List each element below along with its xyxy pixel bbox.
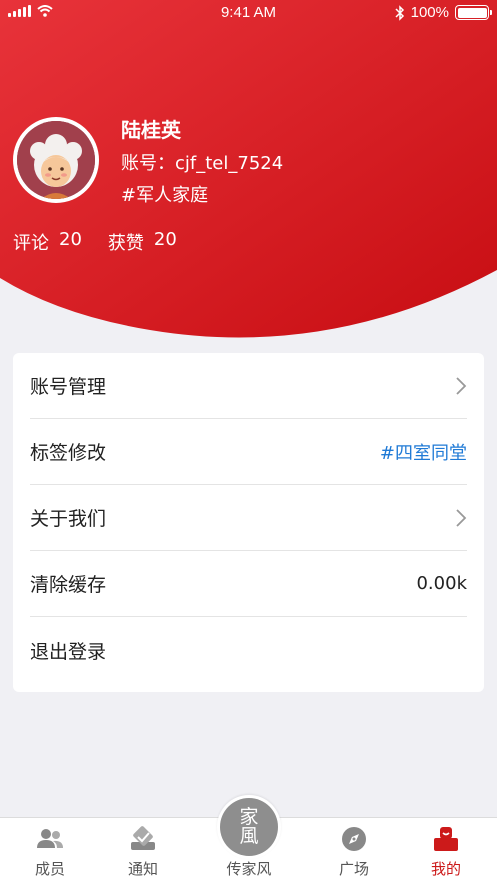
tab-label: 成员 — [34, 860, 65, 878]
clear-cache-row[interactable]: 清除缓存 0.00k — [30, 551, 467, 617]
tab-square[interactable]: 广场 — [314, 818, 394, 883]
battery-percent: 100% — [410, 4, 449, 21]
user-name: 陆桂英 — [121, 118, 181, 142]
grandma-avatar-icon — [17, 121, 95, 199]
tag-edit-row[interactable]: 标签修改 #四室同堂 — [30, 419, 467, 485]
row-label: 退出登录 — [30, 640, 107, 663]
members-icon — [37, 829, 63, 848]
profile-stats: 评论 20 获赞 20 — [13, 229, 177, 255]
family-style-center-button[interactable]: 家 風 — [217, 795, 281, 859]
row-label: 账号管理 — [30, 376, 107, 398]
bluetooth-icon — [395, 4, 404, 21]
family-style-icon: 家 風 — [220, 798, 278, 856]
row-label: 关于我们 — [30, 508, 107, 530]
notice-icon — [131, 826, 155, 850]
compass-icon — [342, 827, 366, 851]
avatar[interactable] — [13, 117, 99, 203]
stat-value: 20 — [59, 229, 82, 250]
profile-icon — [434, 827, 458, 851]
like-count[interactable]: 获赞 20 — [108, 229, 177, 255]
cache-size-value: 0.00k — [416, 573, 467, 594]
status-bar: 9:41 AM 100% — [0, 0, 497, 26]
tab-mine[interactable]: 我的 — [406, 818, 486, 883]
stat-label: 评论 — [13, 233, 49, 254]
account-management-row[interactable]: 账号管理 — [30, 353, 467, 419]
tab-notice[interactable]: 通知 — [103, 818, 183, 883]
stat-value: 20 — [153, 229, 177, 250]
tab-members[interactable]: 成员 — [10, 818, 90, 883]
logout-row[interactable]: 退出登录 — [30, 617, 467, 683]
row-label: 标签修改 — [30, 442, 107, 464]
comment-count[interactable]: 评论 20 — [13, 229, 82, 255]
about-us-row[interactable]: 关于我们 — [30, 485, 467, 551]
tab-label: 我的 — [430, 860, 461, 878]
current-tag-value: #四室同堂 — [379, 442, 467, 464]
account-id: 账号：cjf_tel_7524 — [121, 153, 284, 174]
battery-icon — [455, 5, 492, 20]
tab-label: 通知 — [127, 860, 158, 878]
tab-label: 广场 — [338, 860, 369, 878]
settings-card: 账号管理 标签修改 #四室同堂 关于我们 清除缓存 0.00k 退出登录 — [13, 353, 484, 692]
stat-label: 获赞 — [107, 233, 144, 254]
tab-label: 传家风 — [226, 860, 272, 878]
chevron-right-icon — [456, 508, 467, 527]
family-tag: #军人家庭 — [121, 185, 209, 206]
chevron-right-icon — [456, 376, 467, 395]
row-label: 清除缓存 — [30, 574, 107, 596]
center-glyph: 風 — [239, 825, 259, 847]
